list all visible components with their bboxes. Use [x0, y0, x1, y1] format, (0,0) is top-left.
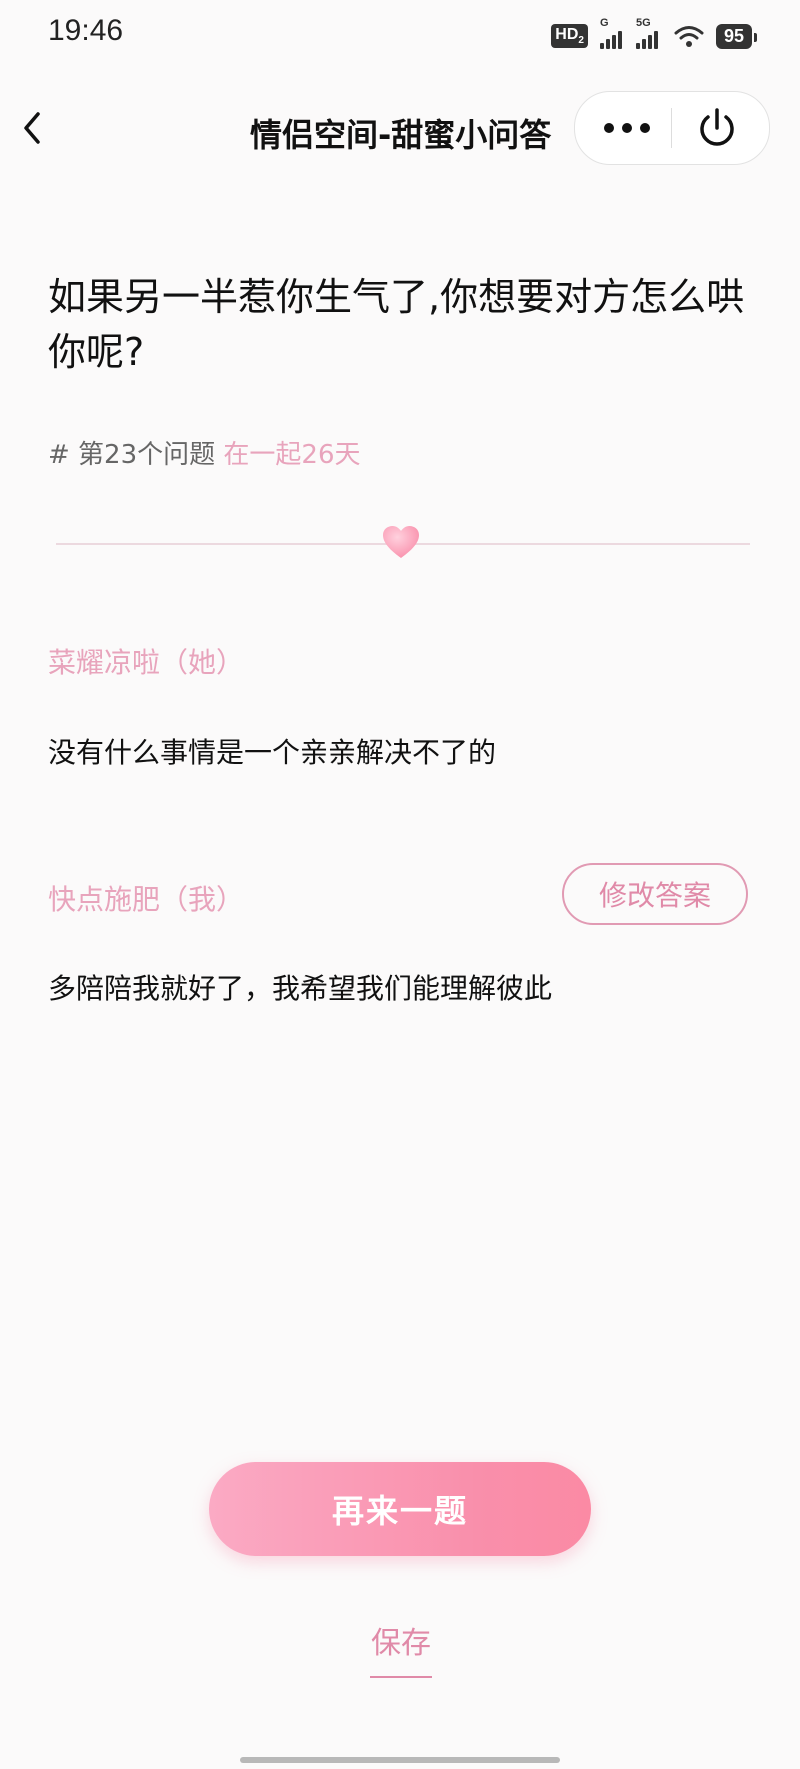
question-number: # 第23个问题: [48, 440, 216, 470]
app-page: 19:46 HD2 G 5G 95 情侣空间-甜蜜小问答 如果另一半惹你生气了,…: [0, 0, 800, 1769]
my-answer-text: 多陪陪我就好了，我希望我们能理解彼此: [48, 972, 553, 1005]
signal-5g-icon: 5G: [635, 17, 662, 49]
battery-indicator: 95: [715, 23, 758, 49]
mini-program-capsule: [574, 91, 770, 165]
next-question-button[interactable]: 再来一题: [209, 1462, 591, 1556]
question-meta: # 第23个问题 在一起26天: [48, 434, 361, 471]
page-title: 情侣空间-甜蜜小问答: [250, 116, 552, 154]
edit-answer-button[interactable]: 修改答案: [562, 863, 748, 925]
power-icon[interactable]: [693, 104, 741, 152]
status-icons: HD2 G 5G 95: [551, 17, 758, 54]
partner-answer-text: 没有什么事情是一个亲亲解决不了的: [48, 736, 497, 769]
nav-bar: 情侣空间-甜蜜小问答: [0, 78, 800, 178]
partner-answer-label: 菜耀凉啦（她）: [48, 646, 245, 679]
wifi-icon: [674, 26, 704, 47]
days-together: 在一起26天: [223, 440, 361, 470]
hd-badge-icon: HD2: [551, 23, 588, 49]
my-answer-label: 快点施肥（我）: [48, 883, 245, 916]
heart-icon: [383, 526, 419, 558]
status-time: 19:46: [48, 14, 124, 47]
signal-icon: G: [599, 17, 624, 49]
home-indicator[interactable]: [240, 1757, 560, 1763]
capsule-divider: [671, 108, 672, 148]
question-text: 如果另一半惹你生气了,你想要对方怎么哄你呢?: [48, 275, 745, 375]
save-button[interactable]: 保存: [370, 1618, 432, 1678]
more-dots-icon[interactable]: [597, 114, 657, 142]
chevron-left-icon[interactable]: [18, 108, 46, 148]
status-bar: 19:46 HD2 G 5G 95: [0, 0, 800, 70]
